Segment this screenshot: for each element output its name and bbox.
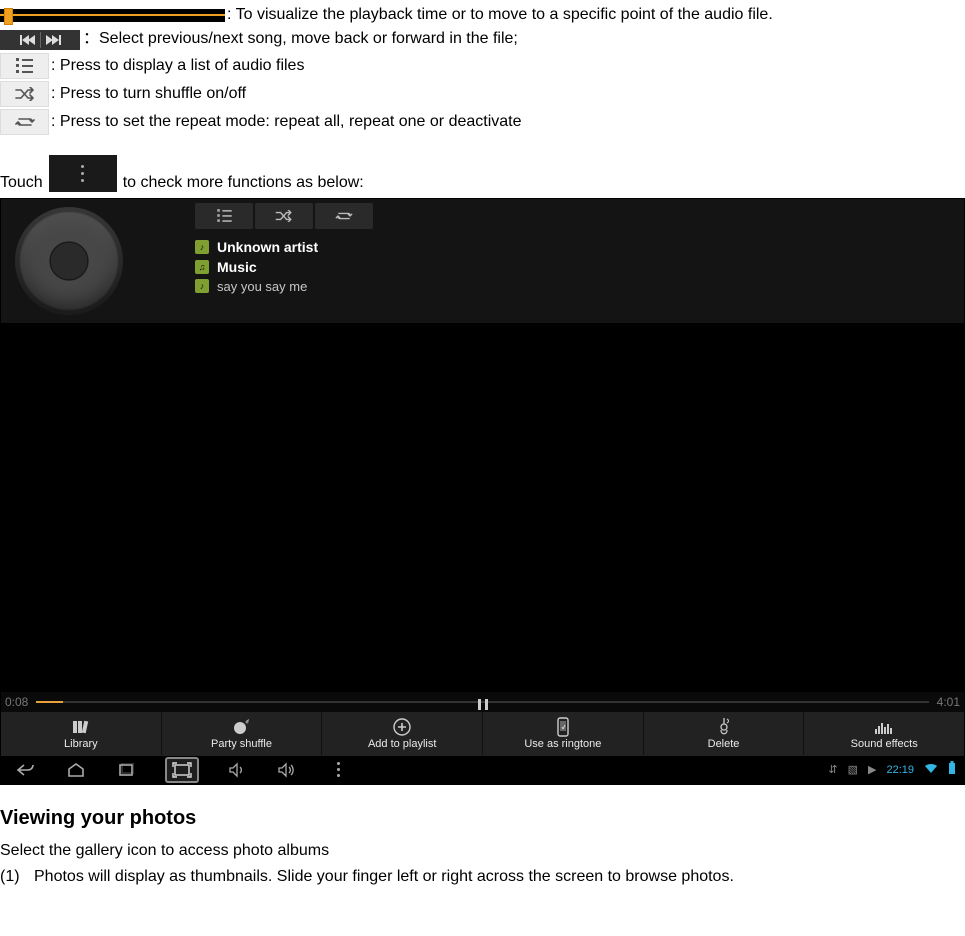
album-art-placeholder	[15, 207, 123, 315]
artist-name: Unknown artist	[217, 239, 318, 255]
repeat-description: : Press to set the repeat mode: repeat a…	[51, 111, 522, 133]
repeat-icon	[0, 109, 49, 135]
overflow-menu-icon	[49, 155, 117, 192]
nav-home-icon[interactable]	[65, 760, 87, 780]
overflow-menu: Library Party shuffle Add to playlist Us…	[1, 712, 964, 756]
list-description: : Press to display a list of audio files	[51, 55, 304, 77]
equalizer-icon	[874, 718, 894, 736]
nav-screenshot-icon[interactable]	[165, 757, 199, 783]
status-wifi-icon	[924, 762, 938, 777]
status-clock: 22:19	[886, 764, 914, 776]
system-nav-bar: ⇵ ▧ ▶ 22:19	[1, 755, 964, 784]
album-badge-icon: ♫	[195, 260, 209, 274]
seek-bar-icon	[0, 9, 225, 22]
list-item-1-text: Photos will display as thumbnails. Slide…	[34, 868, 734, 886]
artist-badge-icon: ♪	[195, 240, 209, 254]
section-intro: Select the gallery icon to access photo …	[0, 840, 965, 862]
music-player-screenshot: ♪ Unknown artist ♫ Music ♪ say you say m…	[0, 198, 965, 785]
shuffle-icon	[0, 81, 49, 107]
tab-repeat[interactable]	[315, 203, 373, 229]
menu-library[interactable]: Library	[1, 712, 161, 756]
delete-icon	[716, 718, 732, 736]
pause-icon[interactable]	[478, 699, 488, 710]
prev-next-icon	[0, 30, 80, 50]
time-elapsed: 0:08	[5, 695, 28, 709]
menu-add-playlist[interactable]: Add to playlist	[321, 712, 482, 756]
album-name: Music	[217, 259, 257, 275]
list-item-1-number: (1)	[0, 868, 34, 886]
menu-party-label: Party shuffle	[211, 738, 272, 750]
track-badge-icon: ♪	[195, 279, 209, 293]
menu-delete[interactable]: Delete	[643, 712, 804, 756]
add-playlist-icon	[393, 718, 411, 736]
status-battery-icon	[948, 761, 956, 778]
library-icon	[72, 718, 90, 736]
menu-ringtone-label: Use as ringtone	[524, 738, 601, 750]
menu-library-label: Library	[64, 738, 98, 750]
tab-shuffle[interactable]	[255, 203, 313, 229]
nav-more-icon[interactable]	[327, 760, 349, 780]
nav-recents-icon[interactable]	[115, 760, 137, 780]
time-total: 4:01	[937, 695, 960, 709]
nav-vol-down-icon[interactable]	[227, 760, 249, 780]
status-usb-icon: ⇵	[828, 763, 837, 776]
ringtone-icon	[555, 718, 571, 736]
nav-back-icon[interactable]	[15, 760, 37, 780]
menu-sound-effects[interactable]: Sound effects	[803, 712, 964, 756]
menu-effects-label: Sound effects	[851, 738, 918, 750]
tab-nowplaying-list[interactable]	[195, 203, 253, 229]
menu-ringtone[interactable]: Use as ringtone	[482, 712, 643, 756]
shuffle-description: : Press to turn shuffle on/off	[51, 83, 246, 105]
party-shuffle-icon	[232, 718, 252, 736]
track-name: say you say me	[217, 279, 307, 294]
playlist-icon	[0, 53, 49, 79]
prevnext-description: ：Select previous/next song, move back or…	[83, 28, 518, 50]
touch-text-before: Touch	[0, 174, 43, 192]
touch-text-after: to check more functions as below:	[123, 174, 364, 192]
seek-description: : To visualize the playback time or to m…	[227, 4, 773, 26]
menu-addpl-label: Add to playlist	[368, 738, 436, 750]
menu-party-shuffle[interactable]: Party shuffle	[161, 712, 322, 756]
section-heading: Viewing your photos	[0, 807, 965, 830]
status-image-icon: ▧	[848, 763, 858, 776]
nav-vol-up-icon[interactable]	[277, 760, 299, 780]
status-play-icon: ▶	[868, 763, 876, 776]
menu-delete-label: Delete	[708, 738, 740, 750]
